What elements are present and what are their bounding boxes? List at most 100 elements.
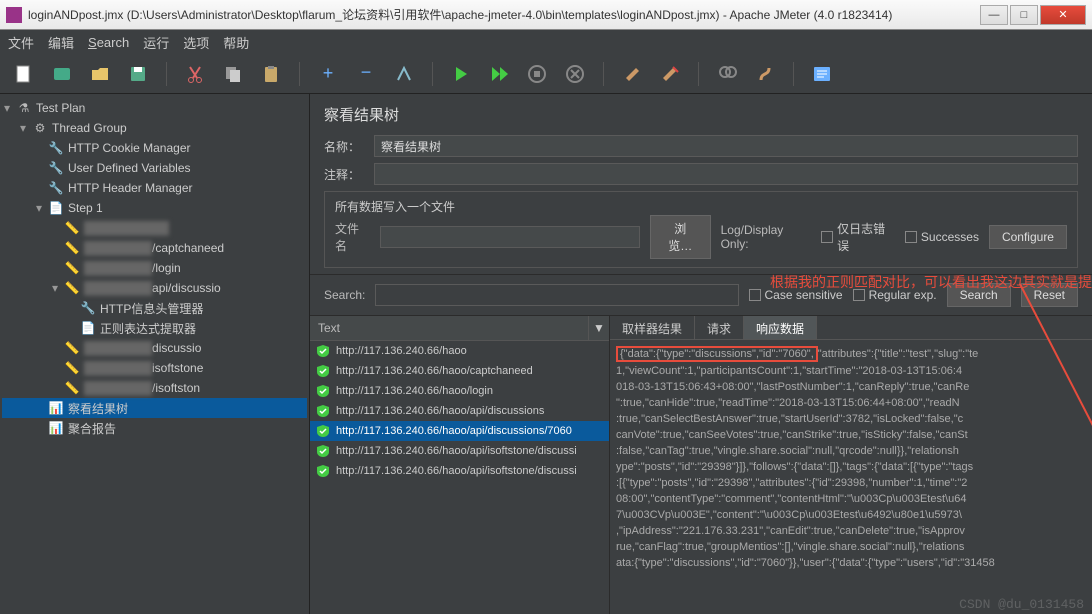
- configure-button[interactable]: Configure: [989, 225, 1067, 249]
- result-item[interactable]: http://117.136.240.66/haoo/api/isoftston…: [310, 441, 609, 461]
- tree-item[interactable]: 📏████████/isoftston: [2, 378, 307, 398]
- clear-icon[interactable]: [618, 60, 646, 88]
- tree-view-tree[interactable]: 📊察看结果树: [2, 398, 307, 418]
- search-label: Search:: [324, 288, 365, 302]
- sampler-icon: 📏: [64, 280, 80, 296]
- result-item[interactable]: http://117.136.240.66/haoo: [310, 341, 609, 361]
- shield-icon: [316, 364, 330, 378]
- tab-request[interactable]: 请求: [695, 316, 744, 339]
- function-icon[interactable]: [751, 60, 779, 88]
- menu-search[interactable]: Search: [88, 35, 129, 50]
- chart-icon: 📊: [48, 400, 64, 416]
- tree-item[interactable]: 📏██████████: [2, 218, 307, 238]
- menu-options[interactable]: 选项: [183, 33, 209, 52]
- case-checkbox[interactable]: Case sensitive: [749, 288, 843, 302]
- wrench-icon: 🔧: [80, 300, 96, 316]
- shield-icon: [316, 424, 330, 438]
- results-dropdown[interactable]: Text: [310, 316, 589, 340]
- open-icon[interactable]: [86, 60, 114, 88]
- tree-regex[interactable]: 📄正则表达式提取器: [2, 318, 307, 338]
- tree-item[interactable]: 📏████████isoftstone: [2, 358, 307, 378]
- shutdown-icon[interactable]: [561, 60, 589, 88]
- start-remote-icon[interactable]: [485, 60, 513, 88]
- shield-icon: [316, 384, 330, 398]
- filename-input[interactable]: [380, 226, 640, 248]
- log-display-label: Log/Display Only:: [721, 223, 812, 251]
- name-label: 名称：: [324, 138, 366, 155]
- tree-agg-report[interactable]: 📊聚合报告: [2, 418, 307, 438]
- page-icon: 📄: [80, 320, 96, 336]
- cut-icon[interactable]: [181, 60, 209, 88]
- filename-label: 文件名: [335, 220, 370, 254]
- toolbar: + −: [0, 54, 1092, 94]
- response-body[interactable]: {"data":{"type":"discussions","id":"7060…: [610, 340, 1092, 614]
- toggle-icon[interactable]: [390, 60, 418, 88]
- templates-icon[interactable]: [48, 60, 76, 88]
- browse-button[interactable]: 浏览…: [650, 215, 711, 259]
- sampler-icon: 📏: [64, 240, 80, 256]
- copy-icon[interactable]: [219, 60, 247, 88]
- shield-icon: [316, 344, 330, 358]
- page-icon: 📄: [48, 200, 64, 216]
- search-input[interactable]: [375, 284, 738, 306]
- successes-checkbox[interactable]: Successes: [905, 230, 979, 244]
- maximize-button[interactable]: □: [1010, 5, 1038, 25]
- expand-icon[interactable]: +: [314, 60, 342, 88]
- result-item[interactable]: http://117.136.240.66/haoo/login: [310, 381, 609, 401]
- regex-checkbox[interactable]: Regular exp.: [853, 288, 937, 302]
- tree-thread-group[interactable]: ▾⚙Thread Group: [2, 118, 307, 138]
- tab-response[interactable]: 响应数据: [744, 316, 817, 339]
- clear-all-icon[interactable]: [656, 60, 684, 88]
- titlebar: loginANDpost.jmx (D:\Users\Administrator…: [0, 0, 1092, 30]
- sampler-icon: 📏: [64, 380, 80, 396]
- paste-icon[interactable]: [257, 60, 285, 88]
- wrench-icon: 🔧: [48, 160, 64, 176]
- comment-input[interactable]: [374, 163, 1078, 185]
- chart-icon: 📊: [48, 420, 64, 436]
- fieldset-legend: 所有数据写入一个文件: [331, 198, 459, 215]
- errors-only-checkbox[interactable]: 仅日志错误: [821, 220, 894, 254]
- stop-icon[interactable]: [523, 60, 551, 88]
- tree-item[interactable]: ▾📏████████api/discussio: [2, 278, 307, 298]
- name-input[interactable]: [374, 135, 1078, 157]
- new-icon[interactable]: [10, 60, 38, 88]
- search-button[interactable]: Search: [947, 283, 1011, 307]
- shield-icon: [316, 464, 330, 478]
- dropdown-icon[interactable]: ▼: [589, 316, 609, 340]
- wrench-icon: 🔧: [48, 140, 64, 156]
- minimize-button[interactable]: —: [980, 5, 1008, 25]
- menu-help[interactable]: 帮助: [223, 33, 249, 52]
- result-item[interactable]: http://117.136.240.66/haoo/api/discussio…: [310, 421, 609, 441]
- menu-file[interactable]: 文件: [8, 33, 34, 52]
- result-item[interactable]: http://117.136.240.66/haoo/api/isoftston…: [310, 461, 609, 481]
- close-button[interactable]: ✕: [1040, 5, 1086, 25]
- tree-item[interactable]: 📏████████/captchaneed: [2, 238, 307, 258]
- tree-test-plan[interactable]: ▾⚗Test Plan: [2, 98, 307, 118]
- start-icon[interactable]: [447, 60, 475, 88]
- gear-icon: ⚙: [32, 120, 48, 136]
- tree-cookie-mgr[interactable]: 🔧HTTP Cookie Manager: [2, 138, 307, 158]
- app-icon: [6, 7, 22, 23]
- collapse-icon[interactable]: −: [352, 60, 380, 88]
- tree-header-mgr[interactable]: 🔧HTTP Header Manager: [2, 178, 307, 198]
- help-icon[interactable]: [808, 60, 836, 88]
- result-item[interactable]: http://117.136.240.66/haoo/captchaneed: [310, 361, 609, 381]
- right-panel: 察看结果树 名称： 注释： 所有数据写入一个文件 文件名 浏览… Log/Dis…: [310, 94, 1092, 614]
- menu-edit[interactable]: 编辑: [48, 33, 74, 52]
- tab-sampler[interactable]: 取样器结果: [610, 316, 695, 339]
- comment-label: 注释：: [324, 166, 366, 183]
- result-item[interactable]: http://117.136.240.66/haoo/api/discussio…: [310, 401, 609, 421]
- search-tree-icon[interactable]: [713, 60, 741, 88]
- save-icon[interactable]: [124, 60, 152, 88]
- tree-user-vars[interactable]: 🔧User Defined Variables: [2, 158, 307, 178]
- shield-icon: [316, 404, 330, 418]
- wrench-icon: 🔧: [48, 180, 64, 196]
- tree-step1[interactable]: ▾📄Step 1: [2, 198, 307, 218]
- menu-run[interactable]: 运行: [143, 33, 169, 52]
- flask-icon: ⚗: [16, 100, 32, 116]
- tree-item[interactable]: 📏████████/login: [2, 258, 307, 278]
- reset-button[interactable]: Reset: [1021, 283, 1078, 307]
- tree-item[interactable]: 📏████████discussio: [2, 338, 307, 358]
- menubar: 文件 编辑 Search 运行 选项 帮助: [0, 30, 1092, 54]
- tree-http-header[interactable]: 🔧HTTP信息头管理器: [2, 298, 307, 318]
